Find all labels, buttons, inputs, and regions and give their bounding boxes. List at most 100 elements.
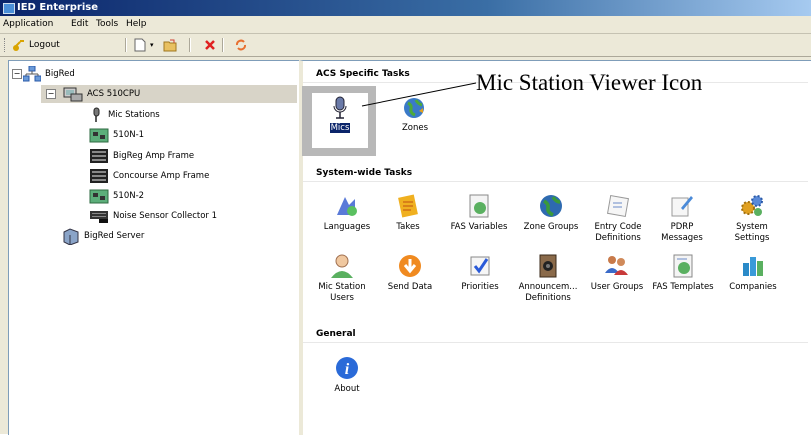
delete-button[interactable] [204, 38, 216, 52]
svg-text:i: i [345, 361, 350, 378]
microphone-icon [333, 96, 347, 119]
network-icon [23, 66, 41, 82]
task-label: Languages [323, 222, 371, 232]
fas-variables-icon [469, 194, 489, 218]
task-label: User Groups [590, 282, 644, 292]
key-icon [13, 40, 24, 51]
task-mic-station-users[interactable]: Mic Station Users [310, 253, 374, 304]
tree-label: BigRed [45, 69, 75, 79]
task-label: FAS Templates [652, 282, 714, 292]
tree-node-noise-sensor[interactable]: Noise Sensor Collector 1 [89, 207, 217, 225]
task-label: Announcem... Definitions [518, 282, 578, 303]
tree-node-510n-2[interactable]: 510N-2 [89, 187, 144, 205]
new-button[interactable] [134, 38, 146, 52]
task-entry-code-definitions[interactable]: Entry Code Definitions [586, 193, 650, 244]
tree-label: Noise Sensor Collector 1 [113, 211, 218, 221]
tree-label: Concourse Amp Frame [113, 171, 210, 181]
menu-application[interactable]: Application [3, 19, 53, 29]
dropdown-arrow-icon: ▾ [150, 41, 154, 49]
task-label: FAS Variables [450, 222, 508, 232]
pdrp-messages-icon [671, 196, 693, 217]
task-label: Entry Code Definitions [594, 222, 642, 243]
delete-icon [205, 40, 215, 50]
server-icon [63, 228, 79, 245]
amplifier-icon [90, 169, 108, 183]
speaker-icon [539, 254, 557, 278]
tree-label: ACS 510CPU [87, 89, 141, 99]
task-languages[interactable]: Languages [315, 193, 379, 233]
task-about[interactable]: i About [315, 355, 379, 395]
task-label: About [334, 384, 360, 394]
tree-label: BigRed Server [84, 231, 145, 241]
info-icon: i [336, 357, 358, 379]
circuit-board-icon [89, 128, 109, 143]
toolbar: Logout ▾ [0, 34, 811, 57]
task-pdrp-messages[interactable]: PDRP Messages [650, 193, 714, 244]
tree-node-mic-stations[interactable]: Mic Stations [90, 106, 160, 124]
task-label: Zones [401, 123, 429, 133]
user-group-icon [605, 256, 628, 275]
task-user-groups[interactable]: User Groups [585, 253, 649, 293]
task-system-settings[interactable]: System Settings [720, 193, 784, 244]
tree-node-device[interactable]: ACS 510CPU [41, 85, 297, 103]
section-heading-system: System-wide Tasks [316, 168, 413, 178]
tree-label: 510N-1 [113, 130, 145, 140]
collapse-toggle[interactable]: − [46, 89, 56, 99]
toolbar-separator [189, 38, 191, 52]
circuit-board-icon [89, 189, 109, 204]
annotation-label: Mic Station Viewer Icon [476, 70, 703, 95]
collapse-toggle[interactable]: − [12, 69, 22, 79]
task-zone-groups[interactable]: Zone Groups [519, 193, 583, 233]
tree-node-root[interactable]: BigRed [23, 65, 75, 83]
takes-icon [398, 194, 418, 218]
toolbar-grip[interactable] [4, 38, 7, 52]
open-icon [163, 39, 177, 52]
task-fas-templates[interactable]: FAS Templates [651, 253, 715, 293]
task-companies[interactable]: Companies [721, 253, 785, 293]
open-button[interactable] [163, 38, 177, 52]
task-label: PDRP Messages [661, 222, 703, 243]
tree-node-server[interactable]: BigRed Server [62, 227, 144, 245]
globe-icon [540, 195, 562, 217]
new-document-icon [134, 38, 146, 52]
task-announcement-definitions[interactable]: Announcem... Definitions [516, 253, 580, 304]
task-send-data[interactable]: Send Data [378, 253, 442, 293]
app-icon [3, 3, 15, 14]
menu-help[interactable]: Help [126, 19, 147, 29]
logout-label: Logout [29, 40, 60, 50]
task-label: Zone Groups [523, 222, 579, 232]
task-fas-variables[interactable]: FAS Variables [447, 193, 511, 233]
tree-node-concourse-amp-frame[interactable]: Concourse Amp Frame [89, 167, 209, 185]
task-label: Mics [329, 123, 351, 133]
title-bar: IED Enterprise [0, 0, 811, 16]
menu-bar: Application Edit Tools Help [0, 16, 811, 34]
section-heading-acs: ACS Specific Tasks [316, 69, 410, 79]
new-dropdown[interactable]: ▾ [150, 38, 154, 52]
task-label: Takes [396, 222, 420, 232]
amplifier-icon [90, 149, 108, 163]
annotation-leader-line [361, 82, 477, 107]
tree-node-510n-1[interactable]: 510N-1 [89, 126, 144, 144]
task-takes[interactable]: Takes [376, 193, 440, 233]
languages-icon [337, 197, 357, 216]
menu-tools[interactable]: Tools [96, 19, 118, 29]
tree-label: BigReg Amp Frame [113, 151, 195, 161]
task-priorities[interactable]: Priorities [448, 253, 512, 293]
user-icon [331, 254, 353, 278]
tree-node-bigreg-amp-frame[interactable]: BigReg Amp Frame [89, 147, 194, 165]
companies-icon [743, 257, 763, 276]
menu-edit[interactable]: Edit [71, 19, 88, 29]
toolbar-separator [222, 38, 224, 52]
window-title: IED Enterprise [17, 2, 99, 13]
toolbar-separator [125, 38, 127, 52]
microphone-icon [93, 107, 100, 122]
tree-label: 510N-2 [113, 191, 145, 201]
logout-button[interactable]: Logout [12, 38, 60, 52]
section-divider [303, 181, 808, 182]
refresh-icon [236, 39, 246, 51]
refresh-button[interactable] [235, 38, 247, 52]
section-divider [303, 342, 808, 343]
priorities-icon [470, 256, 490, 276]
send-data-icon [399, 255, 421, 277]
tree-label: Mic Stations [108, 110, 160, 120]
